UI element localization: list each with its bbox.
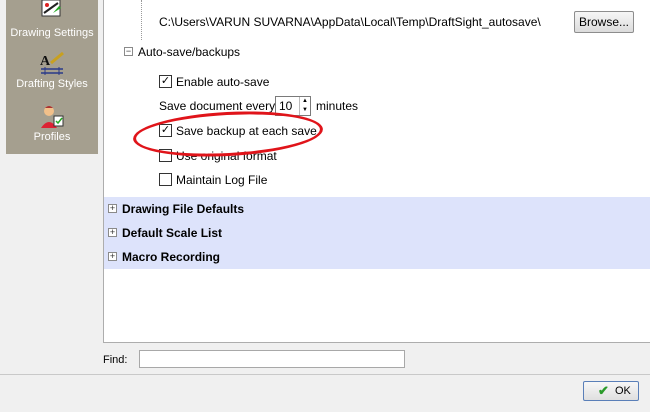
- save-interval-value: 10: [279, 99, 293, 113]
- save-every-suffix: minutes: [316, 99, 359, 113]
- original-format-checkbox[interactable]: [159, 149, 172, 162]
- options-category-sidebar: Drawing Settings A Drafting Styles Profi…: [6, 0, 98, 154]
- autosave-backups-node[interactable]: Auto-save/backups: [138, 45, 240, 59]
- sidebar-item-label: Profiles: [33, 131, 71, 143]
- section-label: Drawing File Defaults: [122, 202, 245, 216]
- find-input[interactable]: [139, 350, 405, 368]
- section-drawing-file-defaults[interactable]: + Drawing File Defaults: [104, 197, 650, 221]
- tree-connector-line: [141, 0, 142, 40]
- spin-down-icon[interactable]: ▼: [300, 106, 310, 115]
- footer-separator: [0, 374, 650, 375]
- maintain-log-label: Maintain Log File: [176, 173, 268, 187]
- section-default-scale-list[interactable]: + Default Scale List: [104, 221, 650, 245]
- profiles-icon: [39, 104, 65, 130]
- enable-autosave-label: Enable auto-save: [176, 75, 270, 89]
- expand-icon[interactable]: +: [108, 204, 117, 213]
- save-backup-checkbox[interactable]: ✓: [159, 124, 172, 137]
- save-every-prefix: Save document every: [159, 99, 276, 113]
- expand-icon[interactable]: +: [108, 252, 117, 261]
- spin-up-icon[interactable]: ▲: [300, 97, 310, 106]
- sidebar-item-drawing-settings[interactable]: Drawing Settings: [6, 0, 98, 39]
- ok-button[interactable]: ✔ OK: [583, 381, 639, 401]
- collapse-icon[interactable]: −: [124, 47, 133, 56]
- sidebar-item-drafting-styles[interactable]: A Drafting Styles: [6, 51, 98, 90]
- save-interval-spinbox[interactable]: 10 ▲ ▼: [275, 96, 311, 116]
- checkmark-icon: ✔: [598, 383, 609, 398]
- spinner-buttons[interactable]: ▲ ▼: [299, 97, 310, 115]
- enable-autosave-checkbox[interactable]: ✓: [159, 75, 172, 88]
- section-label: Macro Recording: [122, 250, 221, 264]
- browse-button[interactable]: Browse...: [574, 11, 634, 33]
- original-format-label: Use original format: [176, 149, 277, 163]
- save-backup-label: Save backup at each save: [176, 124, 317, 138]
- sidebar-item-label: Drafting Styles: [16, 78, 88, 90]
- expand-icon[interactable]: +: [108, 228, 117, 237]
- drawing-settings-icon: [39, 0, 65, 26]
- svg-text:A: A: [40, 54, 51, 69]
- section-macro-recording[interactable]: + Macro Recording: [104, 245, 650, 269]
- find-label: Find:: [103, 354, 128, 366]
- drafting-styles-icon: A: [39, 51, 65, 77]
- section-label: Default Scale List: [122, 226, 223, 240]
- sidebar-item-label: Drawing Settings: [10, 27, 94, 39]
- ok-button-label: OK: [615, 385, 631, 397]
- sidebar-item-profiles[interactable]: Profiles: [6, 104, 98, 143]
- maintain-log-checkbox[interactable]: [159, 173, 172, 186]
- autosave-path-value: C:\Users\VARUN SUVARNA\AppData\Local\Tem…: [159, 15, 541, 29]
